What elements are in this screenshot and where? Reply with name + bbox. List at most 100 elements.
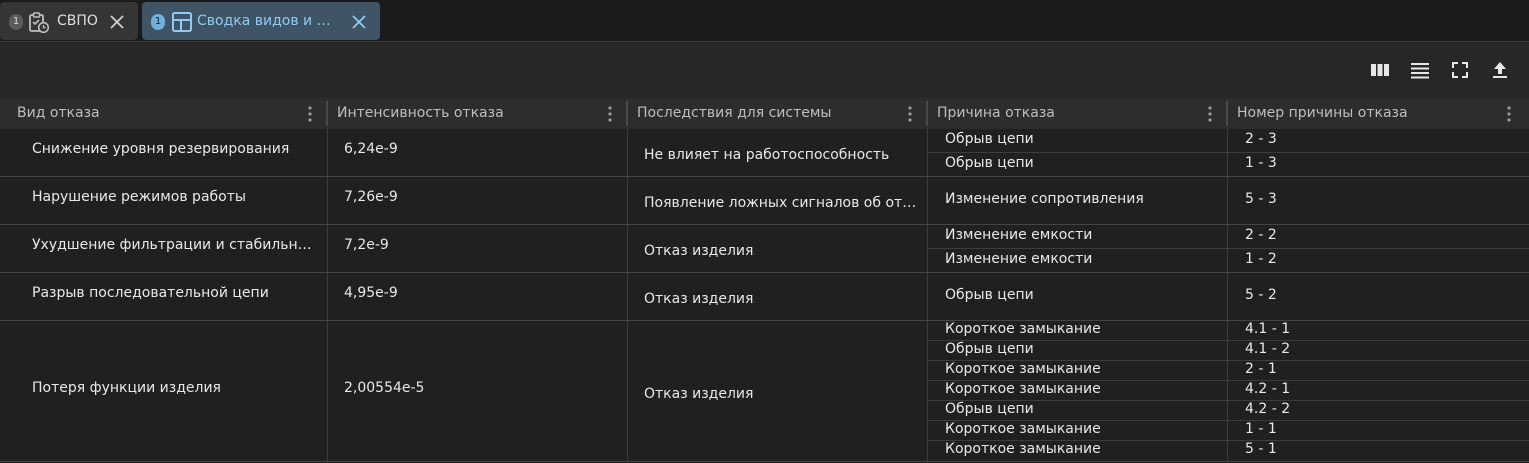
cause-number-text: 2 - 3	[1245, 131, 1277, 147]
kebab-menu-icon[interactable]	[906, 105, 914, 123]
cause-number-text: 4.1 - 1	[1245, 321, 1291, 337]
column-system-effect-text: Отказ изделия	[644, 243, 754, 259]
cause-number-entry[interactable]: 4.1 - 1	[1228, 321, 1529, 341]
column-failure-mode-cell[interactable]: Ухудшение фильтрации и стабильности	[0, 225, 328, 272]
column-cause-number-cell: 5 - 3	[1228, 177, 1529, 224]
kebab-menu-icon[interactable]	[606, 105, 614, 123]
column-failure-cause-header[interactable]: Причина отказа	[928, 98, 1228, 129]
kebab-menu-icon[interactable]	[1206, 105, 1214, 123]
cause-number-entry[interactable]: 5 - 2	[1228, 273, 1529, 320]
column-failure-cause-cell: Изменение сопротивления	[928, 177, 1228, 224]
cause-number-text: 5 - 2	[1245, 287, 1277, 303]
export-upload-icon[interactable]	[1489, 59, 1511, 81]
column-failure-mode-header[interactable]: Вид отказа	[0, 98, 328, 129]
rows-icon[interactable]	[1409, 59, 1431, 81]
cause-number-text: 5 - 3	[1245, 191, 1277, 207]
column-failure-cause-cell: Короткое замыкание Обрыв цепи Короткое зам…	[928, 321, 1228, 461]
failure-cause-text: Короткое замыкание	[945, 441, 1101, 457]
column-failure-mode-text: Потеря функции изделия	[32, 380, 221, 396]
failure-cause-entry[interactable]: Обрыв цепи	[928, 273, 1227, 320]
failure-cause-entry[interactable]: Обрыв цепи	[928, 153, 1227, 176]
column-failure-mode-cell[interactable]: Нарушение режимов работы	[0, 177, 328, 224]
tab-label: Сводка видов и по...	[197, 13, 337, 29]
cause-number-text: 2 - 1	[1245, 361, 1277, 377]
column-failure-cause-cell: Обрыв цепи	[928, 273, 1228, 320]
cause-number-entry[interactable]: 2 - 1	[1228, 361, 1529, 381]
tab-svpo[interactable]: 1 СВПО	[0, 2, 138, 40]
tab-failure-summary[interactable]: 1 Сводка видов и по...	[142, 2, 380, 40]
column-failure-intensity-cell[interactable]: 4,95e-9	[328, 273, 628, 320]
failure-cause-entry[interactable]: Обрыв цепи	[928, 129, 1227, 153]
column-failure-intensity-cell[interactable]: 2,00554e-5	[328, 321, 628, 461]
failure-cause-entry[interactable]: Изменение емкости	[928, 249, 1227, 272]
cause-number-entry[interactable]: 4.2 - 2	[1228, 401, 1529, 421]
failure-cause-text: Изменение емкости	[945, 227, 1093, 243]
tab-label: СВПО	[57, 13, 98, 29]
column-failure-intensity-cell[interactable]: 7,2e-9	[328, 225, 628, 272]
failure-cause-entry[interactable]: Короткое замыкание	[928, 441, 1227, 461]
cause-number-entry[interactable]: 2 - 2	[1228, 225, 1529, 249]
cause-number-entry[interactable]: 1 - 2	[1228, 249, 1529, 272]
column-failure-mode-cell[interactable]: Разрыв последовательной цепи	[0, 273, 328, 320]
column-failure-mode-cell[interactable]: Снижение уровня резервирования	[0, 129, 328, 176]
cause-number-text: 4.2 - 1	[1245, 381, 1291, 397]
column-system-effect-cell[interactable]: Не влияет на работоспособность	[628, 129, 928, 176]
column-failure-intensity-text: 6,24e-9	[344, 141, 398, 157]
tab-bar: 1 СВПО 1 Сводка видов и по...	[0, 0, 1529, 41]
kebab-menu-icon[interactable]	[306, 105, 314, 123]
cause-number-text: 5 - 1	[1245, 441, 1277, 457]
cause-number-entry[interactable]: 1 - 3	[1228, 153, 1529, 176]
column-header-label: Вид отказа	[17, 105, 100, 121]
failure-cause-entry[interactable]: Обрыв цепи	[928, 401, 1227, 421]
failure-cause-entry[interactable]: Изменение емкости	[928, 225, 1227, 249]
failure-cause-entry[interactable]: Короткое замыкание	[928, 321, 1227, 341]
close-icon[interactable]	[349, 11, 369, 33]
fullscreen-icon[interactable]	[1449, 59, 1471, 81]
table-body: Снижение уровня резервирования 6,24e-9 Не …	[0, 129, 1529, 463]
table-row[interactable]: Потеря функции изделия 2,00554e-5 Отказ из…	[0, 321, 1529, 462]
column-system-effect-cell[interactable]: Отказ изделия	[628, 321, 928, 461]
column-failure-mode-text: Ухудшение фильтрации и стабильности	[32, 237, 319, 253]
cause-number-text: 1 - 1	[1245, 421, 1277, 437]
failure-cause-text: Обрыв цепи	[945, 401, 1034, 417]
failure-cause-text: Обрыв цепи	[945, 341, 1034, 357]
cause-number-entry[interactable]: 2 - 3	[1228, 129, 1529, 153]
table-row[interactable]: Ухудшение фильтрации и стабильности 7,2e-…	[0, 225, 1529, 273]
table-row[interactable]: Разрыв последовательной цепи 4,95e-9 Отказ…	[0, 273, 1529, 321]
cause-number-entry[interactable]: 4.2 - 1	[1228, 381, 1529, 401]
column-header-label: Причина отказа	[937, 105, 1055, 121]
failure-cause-entry[interactable]: Короткое замыкание	[928, 421, 1227, 441]
column-system-effect-cell[interactable]: Появление ложных сигналов об отк...	[628, 177, 928, 224]
cause-number-entry[interactable]: 5 - 1	[1228, 441, 1529, 461]
column-system-effect-header[interactable]: Последствия для системы	[628, 98, 928, 129]
table-row[interactable]: Снижение уровня резервирования 6,24e-9 Не …	[0, 129, 1529, 177]
column-failure-mode-text: Снижение уровня резервирования	[32, 141, 290, 157]
cause-number-entry[interactable]: 5 - 3	[1228, 177, 1529, 224]
columns-icon[interactable]	[1369, 59, 1391, 81]
column-failure-mode-text: Разрыв последовательной цепи	[32, 285, 269, 301]
cause-number-entry[interactable]: 1 - 1	[1228, 421, 1529, 441]
column-cause-number-cell: 5 - 2	[1228, 273, 1529, 320]
tab-count-badge: 1	[9, 14, 23, 30]
column-system-effect-cell[interactable]: Отказ изделия	[628, 273, 928, 320]
failure-cause-entry[interactable]: Короткое замыкание	[928, 361, 1227, 381]
failure-cause-text: Короткое замыкание	[945, 381, 1101, 397]
close-icon[interactable]	[107, 11, 127, 33]
column-cause-number-cell: 2 - 3 1 - 3	[1228, 129, 1529, 176]
column-header-label: Последствия для системы	[637, 105, 832, 121]
kebab-menu-icon[interactable]	[1505, 105, 1513, 123]
column-failure-intensity-header[interactable]: Интенсивность отказа	[328, 98, 628, 129]
failure-cause-entry[interactable]: Короткое замыкание	[928, 381, 1227, 401]
failure-cause-entry[interactable]: Изменение сопротивления	[928, 177, 1227, 224]
table-row[interactable]: Нарушение режимов работы 7,26e-9 Появление…	[0, 177, 1529, 225]
column-failure-intensity-cell[interactable]: 7,26e-9	[328, 177, 628, 224]
failure-cause-text: Короткое замыкание	[945, 421, 1101, 437]
column-cause-number-header[interactable]: Номер причины отказа	[1228, 98, 1529, 129]
column-failure-intensity-cell[interactable]: 6,24e-9	[328, 129, 628, 176]
failure-cause-entry[interactable]: Обрыв цепи	[928, 341, 1227, 361]
failure-cause-text: Короткое замыкание	[945, 361, 1101, 377]
column-system-effect-cell[interactable]: Отказ изделия	[628, 225, 928, 272]
column-failure-mode-cell[interactable]: Потеря функции изделия	[0, 321, 328, 461]
cause-number-entry[interactable]: 4.1 - 2	[1228, 341, 1529, 361]
column-header-label: Интенсивность отказа	[337, 105, 504, 121]
